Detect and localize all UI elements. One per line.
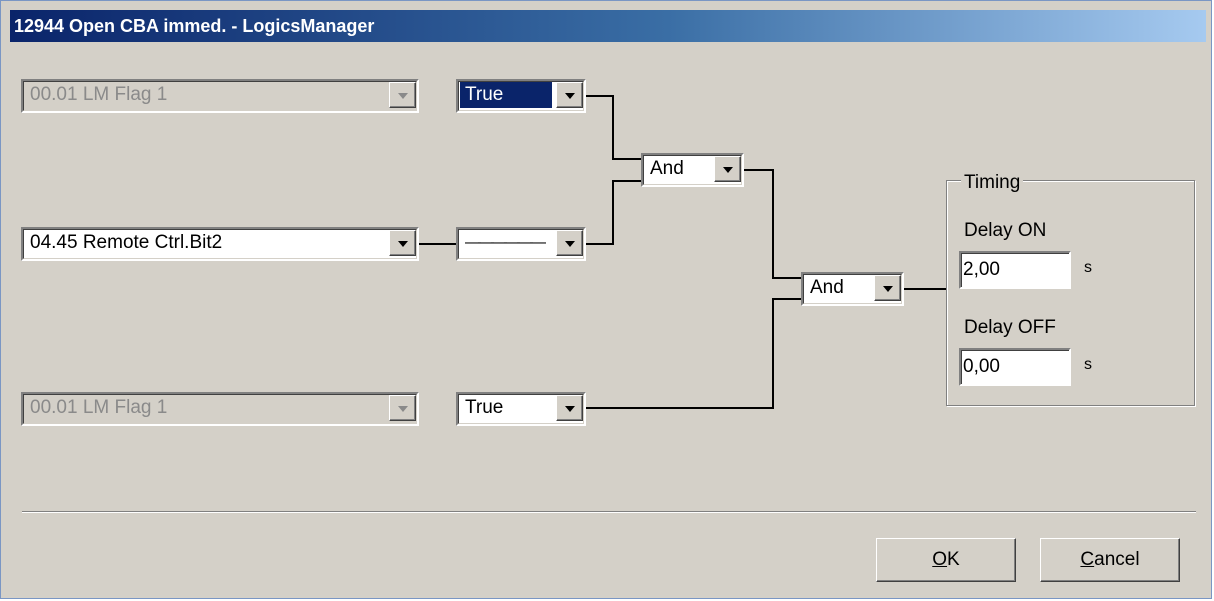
sign-select-1[interactable]: True xyxy=(456,79,586,113)
operator-select-2-dropdown-button[interactable] xyxy=(874,275,901,301)
sign-select-3-dropdown-button[interactable] xyxy=(556,395,583,421)
delay-on-input[interactable] xyxy=(963,257,1063,283)
sign-select-1-value: True xyxy=(460,82,552,108)
chevron-down-icon xyxy=(723,167,733,173)
chevron-down-icon xyxy=(565,406,575,412)
delay-on-label: Delay ON xyxy=(964,220,1047,241)
cancel-button-label: ancel xyxy=(1094,549,1140,570)
chevron-down-icon xyxy=(398,93,408,99)
ok-button-label: K xyxy=(947,549,960,570)
wire-row3-to-op2 xyxy=(586,298,801,409)
separator-line xyxy=(22,511,1196,513)
variable-select-1-value: 00.01 LM Flag 1 xyxy=(30,84,168,105)
delay-off-label: Delay OFF xyxy=(964,317,1056,338)
timing-group-label: Timing xyxy=(961,172,1024,194)
chevron-down-icon xyxy=(565,93,575,99)
variable-select-1[interactable]: 00.01 LM Flag 1 xyxy=(21,79,419,113)
sign-select-2-dropdown-button[interactable] xyxy=(556,230,583,256)
variable-select-3-dropdown-button[interactable] xyxy=(389,395,416,421)
chevron-down-icon xyxy=(883,286,893,292)
cancel-button-mnemonic: C xyxy=(1080,549,1095,570)
sign-select-1-dropdown-button[interactable] xyxy=(556,82,583,108)
chevron-down-icon xyxy=(398,241,408,247)
sign-select-2[interactable]: —————— xyxy=(456,227,586,261)
delay-off-input[interactable] xyxy=(963,354,1063,380)
variable-select-3[interactable]: 00.01 LM Flag 1 xyxy=(21,392,419,426)
variable-select-2-dropdown-button[interactable] xyxy=(389,230,416,256)
variable-select-3-value: 00.01 LM Flag 1 xyxy=(30,397,168,418)
variable-select-2[interactable]: 04.45 Remote Ctrl.Bit2 xyxy=(21,227,419,261)
logicsmanager-dialog: 12944 Open CBA immed. - LogicsManager 00… xyxy=(0,0,1212,599)
wire-row2-to-op1 xyxy=(586,180,641,245)
variable-select-1-dropdown-button[interactable] xyxy=(389,82,416,108)
operator-select-2-value: And xyxy=(810,277,844,298)
chevron-down-icon xyxy=(565,241,575,247)
ok-button-mnemonic: O xyxy=(932,549,948,570)
operator-select-1-value: And xyxy=(650,158,684,179)
sign-select-3[interactable]: True xyxy=(456,392,586,426)
operator-select-1-dropdown-button[interactable] xyxy=(714,156,741,182)
operator-select-1[interactable]: And xyxy=(641,153,744,187)
delay-on-unit: s xyxy=(1084,259,1092,276)
delay-on-field[interactable] xyxy=(959,251,1071,289)
cancel-button[interactable]: Cancel xyxy=(1040,538,1180,582)
wire-row1-to-op1 xyxy=(586,95,641,160)
ok-button[interactable]: OK xyxy=(876,538,1016,582)
operator-select-2[interactable]: And xyxy=(801,272,904,306)
variable-select-2-value: 04.45 Remote Ctrl.Bit2 xyxy=(30,232,223,253)
sign-select-2-value: —————— xyxy=(465,234,546,251)
sign-select-3-value: True xyxy=(465,397,504,418)
delay-off-field[interactable] xyxy=(959,348,1071,386)
wire-op1-to-op2 xyxy=(744,169,801,279)
delay-off-unit: s xyxy=(1084,356,1092,373)
chevron-down-icon xyxy=(398,406,408,412)
